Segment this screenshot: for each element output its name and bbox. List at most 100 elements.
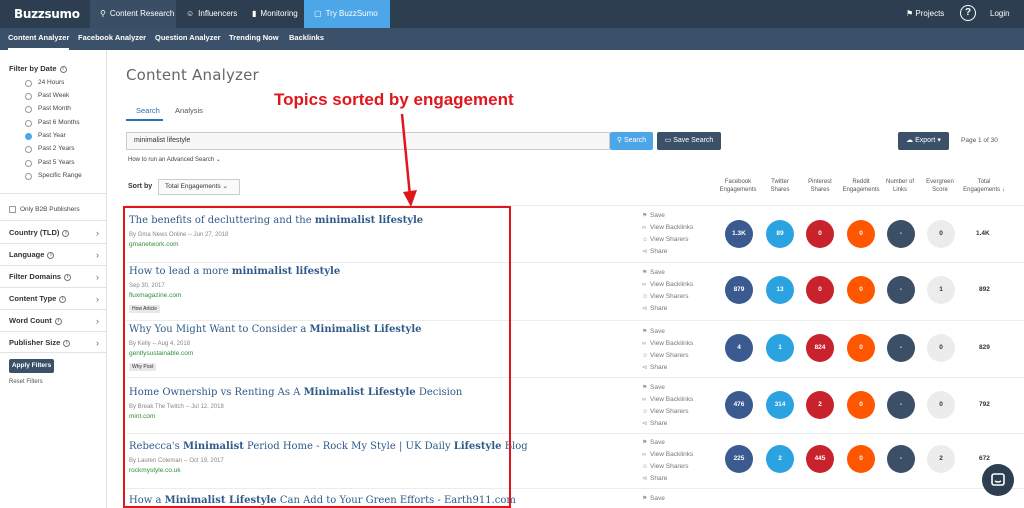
save-action[interactable]: ⚑ Save — [642, 267, 693, 279]
date-option-label: Past 6 Months — [38, 119, 80, 126]
total-engagements-value: 1.4K — [976, 230, 990, 237]
login-link[interactable]: Login — [990, 0, 1010, 28]
number-of-links-value[interactable]: - — [887, 391, 915, 419]
col-number-of-links[interactable]: Number of Links — [885, 178, 915, 194]
page-count: Page 1 of 30 — [961, 137, 998, 144]
radio-icon — [25, 93, 32, 100]
subnav-content-analyzer[interactable]: Content Analyzer — [8, 28, 70, 50]
col-total-engagements[interactable]: Total Engagements ↓ — [959, 178, 1009, 194]
share-action[interactable]: ⊲ Share — [642, 418, 693, 430]
search-input[interactable]: minimalist lifestyle — [126, 132, 610, 150]
row-actions: ⚑ Save ∞ View Backlinks ☺ View Sharers ⊲ Sha… — [642, 210, 693, 258]
link-icon: ∞ — [642, 452, 647, 458]
action-label: Share — [650, 248, 668, 255]
number-of-links-value[interactable]: - — [887, 445, 915, 473]
filter-country[interactable]: Country (TLD) i › — [9, 228, 99, 238]
search-button[interactable]: ⚲ Search — [610, 132, 653, 150]
link-icon: ∞ — [642, 225, 647, 231]
filter-publisher-size[interactable]: Publisher Size i › — [9, 338, 99, 348]
number-of-links-value[interactable]: - — [887, 220, 915, 248]
pinterest-shares-value: 2 — [806, 391, 834, 419]
view-backlinks-action[interactable]: ∞ View Backlinks — [642, 338, 693, 350]
view-backlinks-action[interactable]: ∞ View Backlinks — [642, 222, 693, 234]
save-action[interactable]: ⚑ Save — [642, 437, 693, 449]
share-action[interactable]: ⊲ Share — [642, 362, 693, 374]
bookmark-icon: ⚑ — [642, 440, 648, 446]
nav-monitoring[interactable]: ▮ Monitoring — [242, 0, 304, 28]
view-sharers-action[interactable]: ☺ View Sharers — [642, 461, 693, 473]
action-label: View Sharers — [650, 352, 689, 359]
help-icon[interactable]: ? — [960, 5, 976, 21]
filter-language[interactable]: Language i › — [9, 250, 99, 260]
nav-content-research[interactable]: ⚲ Content Research — [90, 0, 176, 28]
view-sharers-action[interactable]: ☺ View Sharers — [642, 291, 693, 303]
facebook-engagements-value: 879 — [725, 276, 753, 304]
save-action[interactable]: ⚑ Save — [642, 210, 693, 222]
share-action[interactable]: ⊲ Share — [642, 246, 693, 258]
subnav-trending-now[interactable]: Trending Now — [229, 28, 279, 50]
save-action[interactable]: ⚑ Save — [642, 382, 693, 394]
share-action[interactable]: ⊲ Share — [642, 303, 693, 315]
nav-label: Influencers — [198, 9, 238, 18]
advanced-search-link[interactable]: How to run an Advanced Search ⌄ — [128, 156, 221, 163]
buzzsumo-logo[interactable]: Buzzsumo — [14, 7, 80, 21]
pinterest-shares-value: 824 — [806, 334, 834, 362]
subnav-facebook-analyzer[interactable]: Facebook Analyzer — [78, 28, 146, 50]
filter-label: Filter Domains — [9, 272, 62, 281]
share-action[interactable]: ⊲ Share — [642, 473, 693, 485]
search-button-label: Search — [623, 137, 647, 144]
nav-influencers[interactable]: ☺ Influencers — [176, 0, 242, 28]
total-engagements-value: 892 — [979, 286, 990, 293]
apply-filters-button[interactable]: Apply Filters — [9, 359, 54, 373]
divider — [0, 352, 106, 353]
radio-selected-icon — [25, 133, 32, 140]
twitter-shares-value: 1 — [766, 334, 794, 362]
tab-search[interactable]: Search — [136, 106, 160, 115]
export-button[interactable]: ☁ Export ▾ — [898, 132, 949, 150]
view-sharers-action[interactable]: ☺ View Sharers — [642, 350, 693, 362]
info-icon: i — [63, 339, 71, 347]
twitter-shares-value: 13 — [766, 276, 794, 304]
view-sharers-action[interactable]: ☺ View Sharers — [642, 234, 693, 246]
col-facebook-engagements[interactable]: Facebook Engagements — [717, 178, 759, 194]
projects-link[interactable]: ⚑ Projects — [906, 0, 944, 28]
view-sharers-action[interactable]: ☺ View Sharers — [642, 406, 693, 418]
nav-try-pro[interactable]: ▢Try BuzzSumo Pro — [304, 0, 390, 46]
view-backlinks-action[interactable]: ∞ View Backlinks — [642, 279, 693, 291]
cloud-download-icon: ☁ — [906, 137, 916, 144]
view-backlinks-action[interactable]: ∞ View Backlinks — [642, 449, 693, 461]
save-action[interactable]: ⚑ Save — [642, 326, 693, 338]
sort-by-select[interactable]: Total Engagements ⌄ — [158, 179, 240, 195]
save-search-label: Save Search — [673, 137, 714, 144]
col-twitter-shares[interactable]: Twitter Shares — [766, 178, 794, 194]
only-b2b-checkbox[interactable]: Only B2B Publishers — [9, 206, 80, 213]
chat-support-button[interactable] — [982, 464, 1014, 496]
save-action[interactable]: ⚑ Save — [642, 493, 665, 505]
evergreen-score-value: 0 — [927, 334, 955, 362]
subnav-backlinks[interactable]: Backlinks — [289, 28, 324, 50]
sort-by-label: Sort by — [128, 183, 153, 190]
filter-domains[interactable]: Filter Domains i › — [9, 272, 99, 282]
link-icon: ∞ — [642, 282, 647, 288]
col-reddit-engagements[interactable]: Reddit Engagements — [839, 178, 883, 194]
view-backlinks-action[interactable]: ∞ View Backlinks — [642, 394, 693, 406]
tab-analysis[interactable]: Analysis — [175, 106, 203, 115]
row-actions: ⚑ Save ∞ View Backlinks ☺ View Sharers ⊲ Sha… — [642, 437, 693, 485]
reddit-engagements-value: 0 — [847, 220, 875, 248]
number-of-links-value[interactable]: - — [887, 334, 915, 362]
filter-label: Word Count — [9, 316, 52, 325]
number-of-links-value[interactable]: - — [887, 276, 915, 304]
col-evergreen-score[interactable]: Evergreen Score — [922, 178, 958, 194]
save-search-button[interactable]: ▭ Save Search — [657, 132, 721, 150]
share-icon: ⊲ — [642, 306, 648, 312]
info-icon[interactable]: i — [59, 65, 67, 73]
subnav-question-analyzer[interactable]: Question Analyzer — [155, 28, 221, 50]
filter-content-type[interactable]: Content Type i › — [9, 294, 99, 304]
action-label: View Backlinks — [650, 224, 694, 231]
bookmark-icon: ⚑ — [642, 385, 648, 391]
col-pinterest-shares[interactable]: Pinterest Shares — [803, 178, 837, 194]
pinterest-shares-value: 0 — [806, 276, 834, 304]
radio-icon — [25, 173, 32, 180]
filter-word-count[interactable]: Word Count i › — [9, 316, 99, 326]
reset-filters-link[interactable]: Reset Filters — [9, 379, 43, 385]
